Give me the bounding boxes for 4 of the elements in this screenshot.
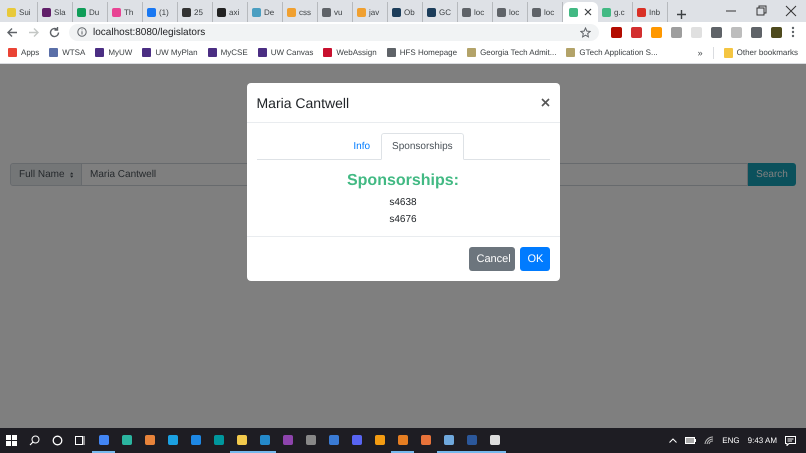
section-heading: Sponsorships:: [346, 172, 459, 190]
modal-title: Maria Cantwell: [256, 94, 350, 110]
sponsorship-id: s4676: [389, 213, 417, 227]
sponsorship-id: s4638: [389, 196, 417, 210]
